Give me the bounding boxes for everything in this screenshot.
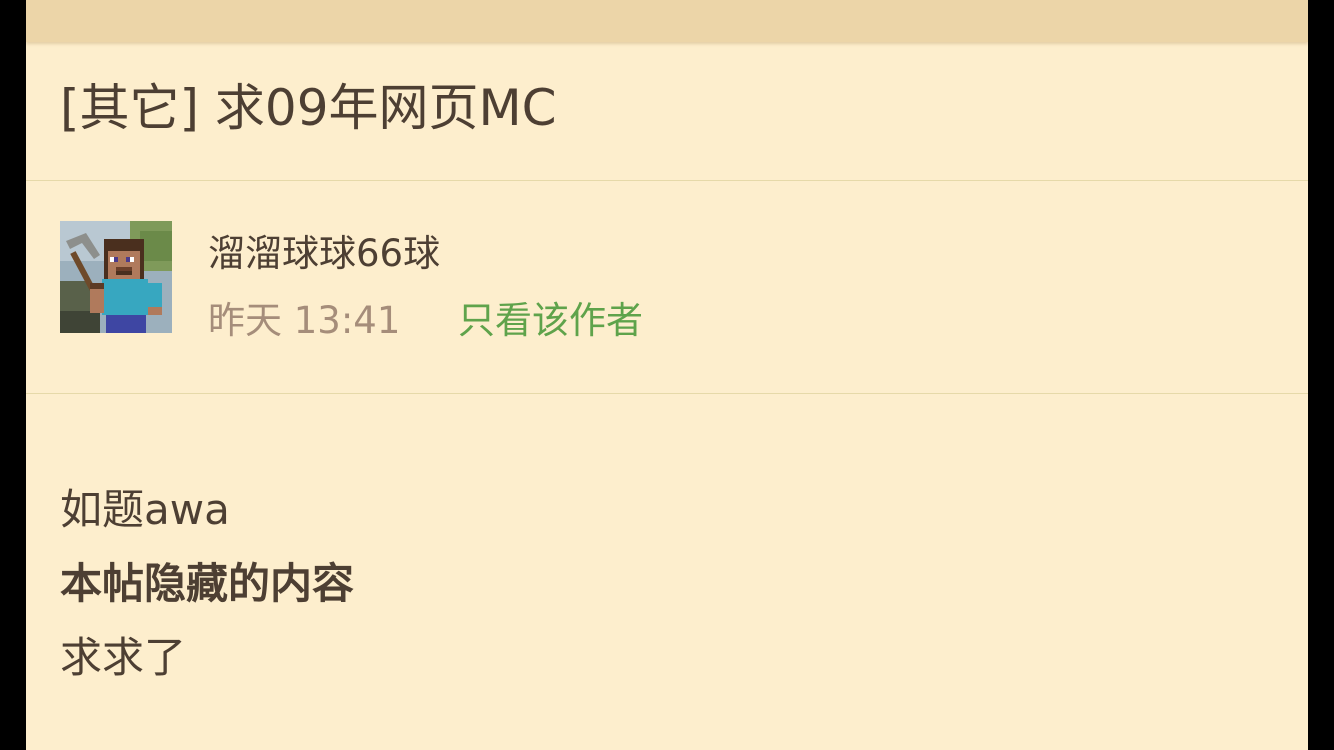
author-name[interactable]: 溜溜球球66球	[208, 229, 440, 279]
post-body: 如题awa 本帖隐藏的内容 求求了	[60, 474, 1260, 696]
author-row: 溜溜球球66球 昨天 13:41 只看该作者	[26, 181, 1308, 394]
minecraft-steve-avatar-icon	[60, 221, 172, 333]
only-view-author-link[interactable]: 只看该作者	[458, 296, 643, 346]
avatar[interactable]	[60, 221, 172, 333]
post-time: 昨天 13:41	[208, 299, 401, 342]
post-text-line: 求求了	[60, 633, 187, 682]
thread-screen: [其它] 求09年网页MC 溜溜球球66球 昨天 13:41 只看该作者 如题a…	[26, 0, 1308, 750]
hidden-content-label: 本帖隐藏的内容	[60, 559, 355, 608]
thread-title: [其它] 求09年网页MC	[60, 79, 557, 137]
top-bar	[26, 0, 1308, 42]
post-text-line: 如题awa	[60, 485, 230, 534]
thread-title-row: [其它] 求09年网页MC	[26, 43, 1308, 181]
